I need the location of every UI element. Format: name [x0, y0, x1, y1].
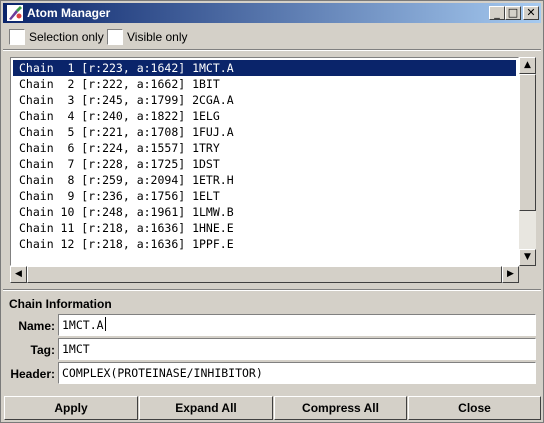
chain-list-item[interactable]: Chain 4 [r:240, a:1822] 1ELG — [13, 108, 516, 124]
chain-list-item[interactable]: Chain 3 [r:245, a:1799] 2CGA.A — [13, 92, 516, 108]
visible-only-checkbox[interactable] — [107, 29, 123, 45]
compress-all-button[interactable]: Compress All — [274, 396, 407, 420]
scroll-down-button[interactable]: ▼ — [519, 249, 536, 266]
tag-label: Tag: — [30, 343, 55, 357]
atom-manager-window: Atom Manager _ □ ✕ Selection only Visibl… — [0, 0, 544, 423]
title-bar[interactable]: Atom Manager _ □ ✕ — [3, 3, 541, 23]
chain-list-item[interactable]: Chain 9 [r:236, a:1756] 1ELT — [13, 188, 516, 204]
tag-value: 1MCT — [62, 342, 90, 356]
apply-button[interactable]: Apply — [4, 396, 138, 420]
chain-list-item[interactable]: Chain 5 [r:221, a:1708] 1FUJ.A — [13, 124, 516, 140]
header-field[interactable]: COMPLEX(PROTEINASE/INHIBITOR) — [58, 362, 536, 384]
vertical-scrollbar[interactable]: ▲ ▼ — [519, 57, 536, 266]
maximize-icon: □ — [507, 6, 519, 19]
horizontal-scroll-thumb[interactable] — [27, 266, 502, 283]
name-label: Name: — [18, 319, 55, 333]
arrow-down-icon: ▼ — [524, 252, 531, 262]
close-icon: ✕ — [526, 6, 536, 19]
horizontal-scrollbar[interactable]: ◀ ▶ — [10, 266, 519, 283]
chain-list-item[interactable]: Chain 10 [r:248, a:1961] 1LMW.B — [13, 204, 516, 220]
maximize-button[interactable]: □ — [505, 6, 521, 20]
visible-only-label: Visible only — [127, 30, 188, 44]
chain-list-item[interactable]: Chain 2 [r:222, a:1662] 1BIT — [13, 76, 516, 92]
scroll-right-button[interactable]: ▶ — [502, 266, 519, 283]
arrow-left-icon: ◀ — [15, 269, 22, 279]
chain-info-title: Chain Information — [9, 297, 112, 311]
chain-list[interactable]: Chain 1 [r:223, a:1642] 1MCT.A Chain 2 [r… — [10, 57, 519, 266]
header-value: COMPLEX(PROTEINASE/INHIBITOR) — [62, 366, 263, 380]
chain-list-item[interactable]: Chain 8 [r:259, a:2094] 1ETR.H — [13, 172, 516, 188]
minimize-icon: _ — [494, 6, 500, 19]
selection-only-checkbox[interactable] — [9, 29, 25, 45]
vertical-scroll-thumb[interactable] — [519, 74, 536, 211]
close-button[interactable]: Close — [408, 396, 541, 420]
selection-only-label: Selection only — [29, 30, 104, 44]
expand-all-button[interactable]: Expand All — [139, 396, 273, 420]
scroll-left-button[interactable]: ◀ — [10, 266, 27, 283]
chain-list-item[interactable]: Chain 11 [r:218, a:1636] 1HNE.E — [13, 220, 516, 236]
scroll-up-button[interactable]: ▲ — [519, 57, 536, 74]
arrow-up-icon: ▲ — [524, 60, 531, 70]
tag-field[interactable]: 1MCT — [58, 338, 536, 360]
text-caret — [104, 317, 106, 331]
arrow-right-icon: ▶ — [507, 269, 514, 279]
chain-list-item[interactable]: Chain 12 [r:218, a:1636] 1PPF.E — [13, 236, 516, 252]
app-icon — [7, 5, 23, 21]
chain-list-item[interactable]: Chain 1 [r:223, a:1642] 1MCT.A — [13, 60, 516, 76]
chain-list-items: Chain 1 [r:223, a:1642] 1MCT.A Chain 2 [r… — [13, 60, 516, 252]
minimize-button[interactable]: _ — [489, 6, 505, 20]
window-title: Atom Manager — [27, 6, 111, 20]
divider — [3, 49, 541, 51]
scroll-corner — [519, 266, 536, 283]
name-value: 1MCT.A — [62, 318, 104, 332]
header-label: Header: — [10, 367, 55, 381]
chain-list-item[interactable]: Chain 6 [r:224, a:1557] 1TRY — [13, 140, 516, 156]
divider — [3, 289, 541, 291]
chain-list-item[interactable]: Chain 7 [r:228, a:1725] 1DST — [13, 156, 516, 172]
name-field[interactable]: 1MCT.A — [58, 314, 536, 336]
close-window-button[interactable]: ✕ — [523, 6, 539, 20]
